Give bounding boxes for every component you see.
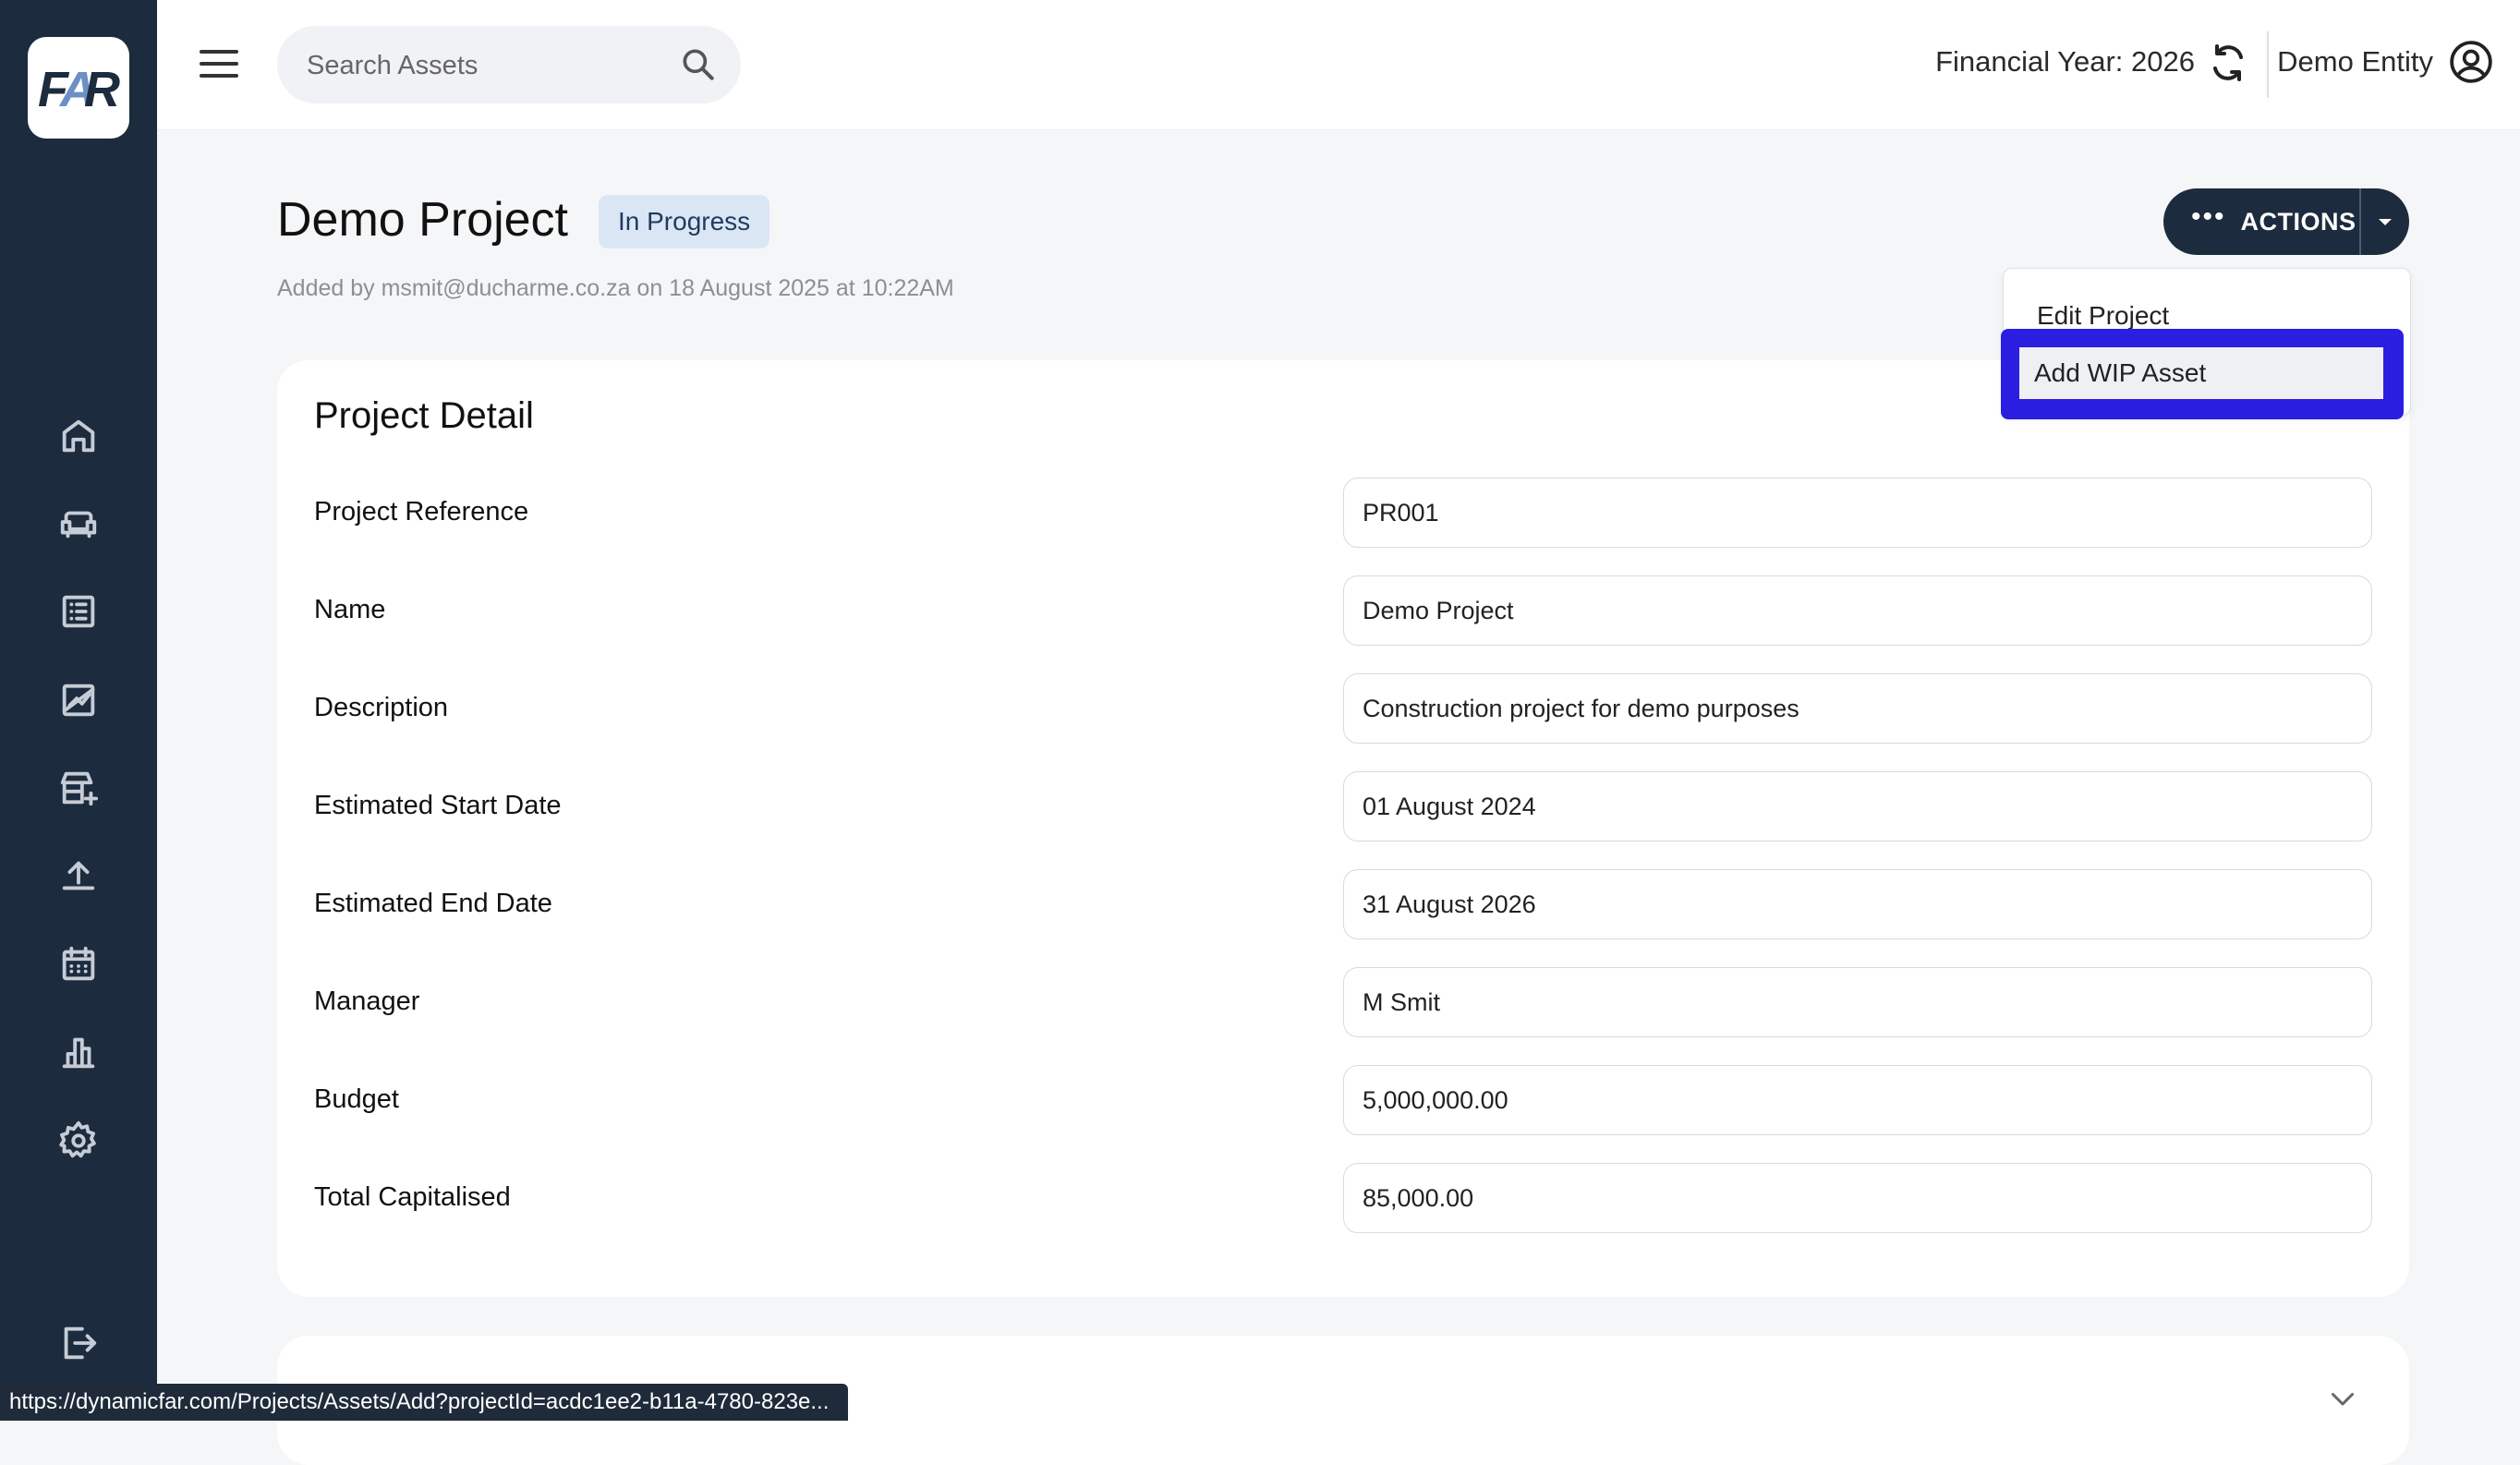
- home-icon: [62, 419, 95, 453]
- actions-button[interactable]: ••• ACTIONS: [2163, 188, 2359, 255]
- search-box: [277, 26, 741, 105]
- more-dots-icon: •••: [2191, 201, 2226, 232]
- added-by-text: Added by msmit@ducharme.co.za on 18 Augu…: [277, 275, 954, 301]
- field-start-date: 01 August 2024: [1343, 771, 2372, 841]
- sofa-icon: [60, 511, 97, 539]
- field-project-reference: PR001: [1343, 478, 2372, 548]
- entity-selector[interactable]: Demo Entity: [2277, 45, 2433, 79]
- field-description: Construction project for demo purposes: [1343, 673, 2372, 744]
- field-label-budget: Budget: [314, 1084, 399, 1114]
- far-logo-icon: F A R: [38, 62, 120, 117]
- refresh-icon[interactable]: [2206, 41, 2250, 85]
- sidebar-item-logout[interactable]: [51, 1315, 106, 1371]
- sidebar-item-analytics[interactable]: [51, 1024, 106, 1080]
- sidebar-item-projects[interactable]: [51, 760, 106, 816]
- field-label-start-date: Estimated Start Date: [314, 791, 562, 820]
- sidebar-item-settings[interactable]: [51, 1113, 106, 1168]
- field-label-name: Name: [314, 595, 386, 624]
- svg-text:R: R: [84, 62, 120, 117]
- field-name: Demo Project: [1343, 575, 2372, 646]
- upload-icon: [62, 861, 95, 890]
- menu-item-add-wip-asset[interactable]: Add WIP Asset: [2019, 347, 2383, 399]
- page-title: Demo Project: [277, 193, 568, 247]
- gear-icon: [59, 1120, 96, 1158]
- search-input[interactable]: [305, 26, 660, 105]
- sidebar-item-reports[interactable]: [51, 672, 106, 728]
- field-label-description: Description: [314, 693, 449, 722]
- sidebar-item-assets[interactable]: [51, 496, 106, 551]
- sidebar-item-import[interactable]: [51, 848, 106, 903]
- user-account-icon[interactable]: [2448, 39, 2494, 85]
- status-badge: In Progress: [599, 195, 770, 248]
- search-icon[interactable]: [678, 44, 719, 85]
- field-label-project-reference: Project Reference: [314, 497, 529, 527]
- field-budget: 5,000,000.00: [1343, 1065, 2372, 1135]
- field-total-capitalised: 85,000.00: [1343, 1163, 2372, 1233]
- financial-year-label: Financial Year: 2026: [1935, 45, 2195, 78]
- topbar: Financial Year: 2026 Demo Entity: [157, 0, 2520, 130]
- calendar-icon: [62, 946, 95, 981]
- status-bar-url: https://dynamicfar.com/Projects/Assets/A…: [0, 1384, 848, 1421]
- logout-icon: [64, 1326, 97, 1360]
- card-title: Project Detail: [314, 395, 534, 436]
- store-add-icon: [60, 771, 99, 806]
- project-detail-card: Project Detail Project Reference PR001 N…: [277, 360, 2409, 1297]
- field-manager: M Smit: [1343, 967, 2372, 1037]
- field-label-total-capitalised: Total Capitalised: [314, 1182, 511, 1212]
- sidebar-item-home[interactable]: [51, 408, 106, 464]
- chevron-down-icon[interactable]: [2326, 1382, 2359, 1415]
- sidebar-item-calendar[interactable]: [51, 937, 106, 992]
- actions-dropdown-toggle[interactable]: [2361, 188, 2409, 255]
- chart-icon: [62, 684, 95, 717]
- caret-down-icon: [2379, 219, 2392, 225]
- field-label-manager: Manager: [314, 987, 420, 1016]
- actions-split-button: ••• ACTIONS: [2163, 188, 2409, 255]
- app-logo[interactable]: F A R: [28, 37, 129, 139]
- field-end-date: 31 August 2026: [1343, 869, 2372, 939]
- field-label-end-date: Estimated End Date: [314, 889, 552, 918]
- list-icon: [62, 595, 95, 628]
- sidebar: F A R: [0, 0, 157, 1421]
- actions-label: ACTIONS: [2240, 207, 2356, 236]
- sidebar-item-register[interactable]: [51, 584, 106, 639]
- menu-toggle-button[interactable]: [194, 42, 244, 85]
- topbar-divider: [2267, 31, 2269, 98]
- bar-chart-icon: [62, 1037, 95, 1069]
